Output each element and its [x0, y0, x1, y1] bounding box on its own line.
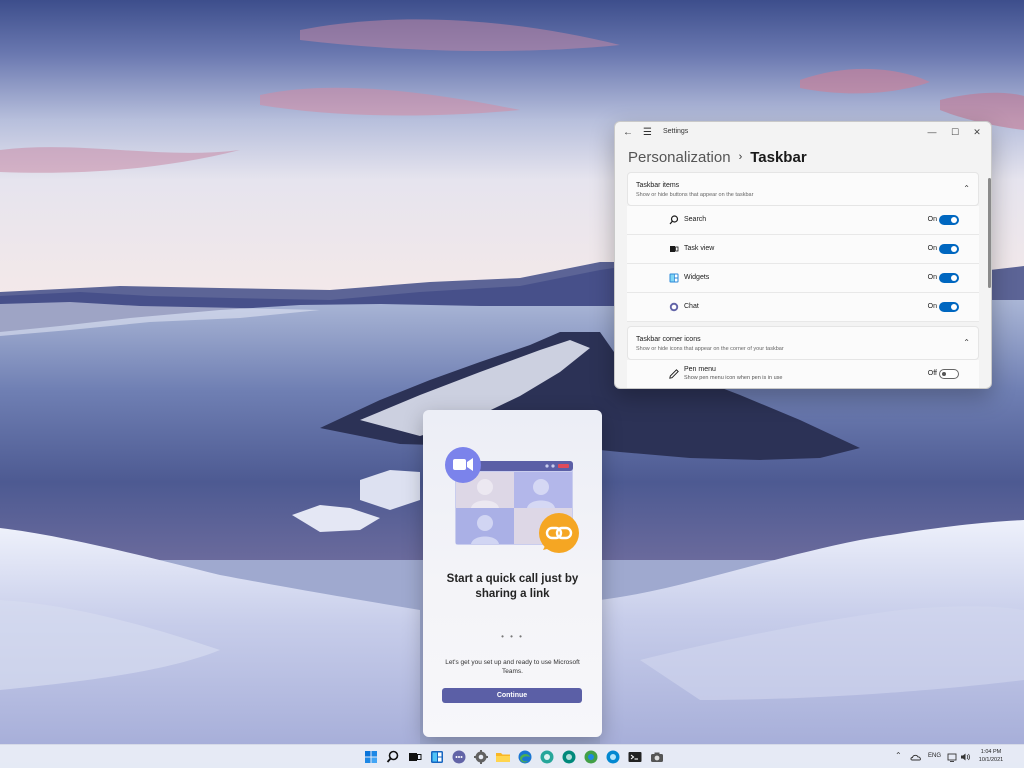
settings-window: ← ☰ Settings — ☐ ✕ Personalization › Tas… [614, 121, 992, 389]
window-title: Settings [663, 128, 689, 135]
section-taskbar-items[interactable]: Taskbar items Show or hide buttons that … [627, 172, 979, 206]
task-view-icon[interactable] [406, 748, 424, 766]
volume-icon[interactable] [959, 750, 971, 762]
setting-label: Pen menu [684, 366, 716, 373]
maximize-button[interactable]: ☐ [944, 124, 966, 140]
edge-beta-icon[interactable] [538, 748, 556, 766]
onedrive-icon[interactable] [910, 750, 922, 762]
setting-row-pen-menu: Pen menu Show pen menu icon when pen is … [627, 360, 979, 388]
setting-row-widgets: Widgets On [627, 264, 979, 293]
language-indicator[interactable]: ENG [928, 753, 941, 759]
edge-canary-icon[interactable] [582, 748, 600, 766]
setting-row-task-view: Task view On [627, 235, 979, 264]
back-arrow-icon[interactable]: ← [623, 126, 633, 140]
edge-icon[interactable] [516, 748, 534, 766]
widgets-toggle[interactable] [939, 273, 959, 283]
setting-label: Task view [684, 245, 715, 252]
breadcrumb: Personalization › Taskbar [628, 145, 807, 169]
edge-dev-icon[interactable] [560, 748, 578, 766]
toggle-state-label: On [927, 303, 937, 310]
task-view-icon [669, 244, 679, 254]
chevron-up-icon[interactable]: ⌃ [963, 338, 970, 347]
continue-button[interactable]: Continue [442, 688, 582, 703]
pen-icon [669, 369, 679, 379]
setting-label: Chat [684, 303, 699, 310]
section-subtitle: Show or hide icons that appear on the co… [636, 346, 784, 352]
loading-dots: • • • [501, 632, 524, 641]
chat-toggle[interactable] [939, 302, 959, 312]
search-icon[interactable] [384, 748, 402, 766]
scrollbar[interactable] [988, 178, 991, 288]
section-subtitle: Show or hide buttons that appear on the … [636, 192, 754, 198]
file-explorer-icon[interactable] [494, 748, 512, 766]
search-icon [669, 215, 679, 225]
search-toggle[interactable] [939, 215, 959, 225]
settings-content: Taskbar items Show or hide buttons that … [627, 172, 979, 388]
setting-label: Search [684, 216, 707, 223]
edge-variant-icon[interactable] [604, 748, 622, 766]
title-bar: ← ☰ Settings — ☐ ✕ [615, 122, 991, 144]
page-title: Taskbar [750, 148, 807, 166]
start-icon[interactable] [362, 748, 380, 766]
toggle-state-label: On [927, 245, 937, 252]
hamburger-menu-icon[interactable]: ☰ [643, 126, 652, 140]
setting-label: Widgets [684, 274, 710, 281]
minimize-button[interactable]: — [921, 124, 943, 140]
teams-description: Let's get you set up and ready to use Mi… [445, 659, 580, 675]
video-call-illustration [443, 446, 583, 556]
clock-time: 1:04 PM [980, 749, 1002, 755]
setting-row-search: Search On [627, 206, 979, 235]
pen-menu-toggle[interactable] [939, 369, 959, 379]
close-button[interactable]: ✕ [966, 124, 988, 140]
teams-heading: Start a quick call just by sharing a lin… [446, 573, 579, 600]
chat-icon[interactable] [450, 748, 468, 766]
taskbar: ⌃ ENG 1:04 PM 10/1/2021 [0, 744, 1024, 768]
settings-icon[interactable] [472, 748, 490, 766]
chevron-up-icon[interactable]: ⌃ [963, 184, 970, 193]
toggle-state-label: On [927, 216, 937, 223]
section-title: Taskbar items [636, 182, 680, 189]
breadcrumb-personalization[interactable]: Personalization [628, 149, 731, 166]
widgets-icon[interactable] [428, 748, 446, 766]
setting-row-chat: Chat On [627, 293, 979, 322]
widgets-icon [669, 273, 679, 283]
chevron-up-icon[interactable]: ⌃ [895, 751, 902, 760]
terminal-icon[interactable] [626, 748, 644, 766]
chat-icon [669, 302, 679, 312]
network-icon[interactable] [946, 750, 958, 762]
clock-date: 10/1/2021 [978, 756, 1004, 763]
section-taskbar-corner-icons[interactable]: Taskbar corner icons Show or hide icons … [627, 326, 979, 360]
teams-welcome-card: Start a quick call just by sharing a lin… [423, 410, 602, 737]
camera-icon[interactable] [648, 748, 666, 766]
toggle-state-label: On [927, 274, 937, 281]
setting-sublabel: Show pen menu icon when pen is in use [684, 375, 783, 381]
toggle-state-label: Off [927, 370, 937, 377]
system-clock[interactable]: 1:04 PM 10/1/2021 [974, 749, 1008, 764]
task-view-toggle[interactable] [939, 244, 959, 254]
breadcrumb-separator: › [738, 151, 743, 163]
section-title: Taskbar corner icons [636, 336, 701, 343]
